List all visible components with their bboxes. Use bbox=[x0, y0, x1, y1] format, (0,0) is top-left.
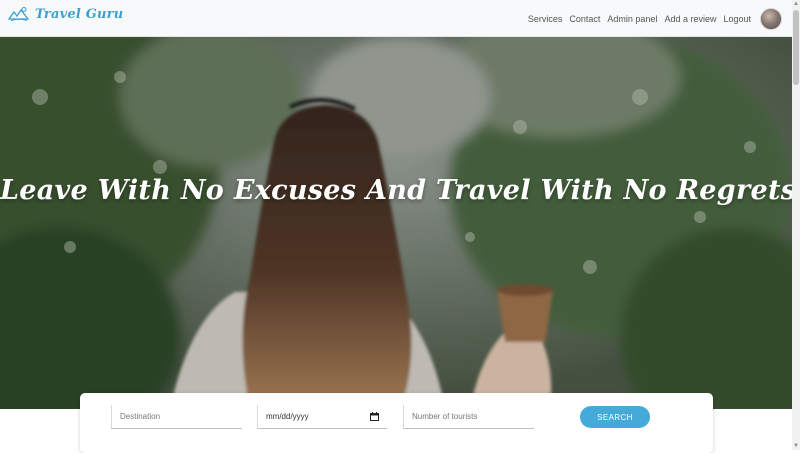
mountain-cloud-icon bbox=[8, 7, 30, 21]
nav-link-services[interactable]: Services bbox=[528, 14, 563, 24]
hero-title: Leave With No Excuses And Travel With No… bbox=[0, 175, 792, 206]
navbar: Travel Guru Services Contact Admin panel… bbox=[0, 0, 792, 37]
destination-input[interactable] bbox=[111, 405, 242, 429]
nav-link-logout[interactable]: Logout bbox=[723, 14, 751, 24]
date-input-value: mm/dd/yyyy bbox=[266, 412, 309, 421]
nav-link-contact[interactable]: Contact bbox=[569, 14, 600, 24]
page-scrollbar[interactable]: ▲ ▼ bbox=[792, 0, 800, 450]
search-panel: mm/dd/yyyy SEARCH bbox=[80, 393, 713, 453]
hero-banner: Leave With No Excuses And Travel With No… bbox=[0, 37, 792, 409]
calendar-icon[interactable] bbox=[370, 412, 379, 421]
nav-link-admin-panel[interactable]: Admin panel bbox=[607, 14, 657, 24]
date-input[interactable]: mm/dd/yyyy bbox=[257, 405, 387, 429]
brand-name: Travel Guru bbox=[35, 6, 124, 22]
scroll-down-arrow-icon[interactable]: ▼ bbox=[792, 442, 800, 450]
user-avatar[interactable] bbox=[760, 8, 782, 30]
brand-logo-link[interactable]: Travel Guru bbox=[8, 6, 123, 22]
nav-links: Services Contact Admin panel Add a revie… bbox=[528, 8, 782, 30]
scroll-up-arrow-icon[interactable]: ▲ bbox=[792, 0, 800, 8]
search-button[interactable]: SEARCH bbox=[580, 406, 650, 428]
hero-background-image bbox=[0, 37, 792, 409]
scrollbar-thumb[interactable] bbox=[793, 10, 799, 85]
nav-link-add-review[interactable]: Add a review bbox=[664, 14, 716, 24]
number-of-tourists-input[interactable] bbox=[403, 405, 534, 429]
